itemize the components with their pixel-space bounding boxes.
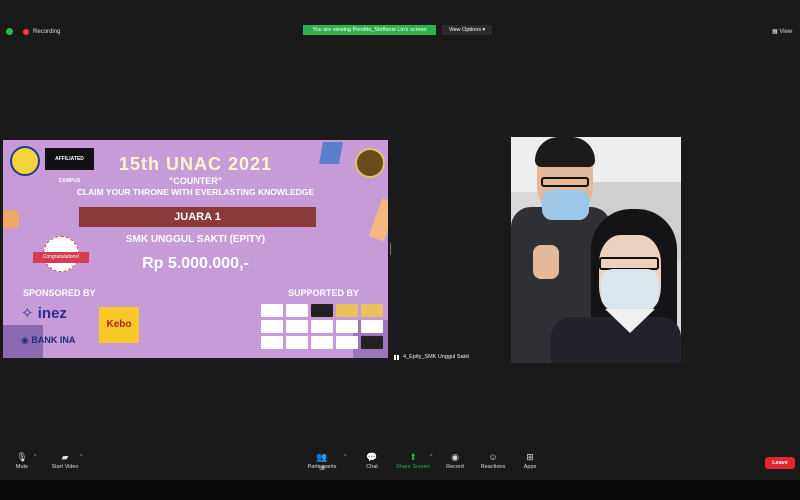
- thumbs-up-hand: [533, 245, 559, 279]
- supporter-logo: [286, 320, 308, 333]
- security-shield-icon[interactable]: [6, 28, 13, 35]
- sponsor-inez-text: inez: [37, 305, 67, 322]
- reaction-smiley-icon: ☺: [488, 452, 498, 462]
- supporter-logo: [336, 304, 358, 317]
- record-icon: ◉: [451, 452, 459, 462]
- supported-by-heading: SUPPORTED BY: [288, 288, 360, 298]
- supporter-logo: [336, 336, 358, 349]
- start-video-button[interactable]: ▰ Start Video: [40, 452, 90, 470]
- microphone-icon: 🎙: [16, 452, 28, 462]
- supporter-logo: [361, 320, 383, 333]
- recording-label: Recording: [33, 28, 61, 35]
- mute-options-chevron-icon[interactable]: ^: [34, 454, 36, 460]
- supporter-logo: [286, 304, 308, 317]
- person-right-mask: [601, 269, 659, 309]
- shared-screen-slide: AFFILIATED CAMPUS 15th UNAC 2021 "COUNTE…: [3, 140, 388, 358]
- sponsored-by-heading: SPONSORED BY: [23, 288, 96, 298]
- supporter-logo: [311, 304, 333, 317]
- apps-grid-icon: ⊞: [526, 452, 534, 462]
- start-video-label: Start Video: [51, 464, 79, 470]
- signal-strength-icon: [394, 354, 400, 360]
- supporter-logo: [261, 320, 283, 333]
- person-left-mask: [542, 190, 589, 220]
- participant-name: 4_Epity_SMK Unggul Sakti: [403, 354, 470, 360]
- participants-options-chevron-icon[interactable]: ^: [344, 454, 346, 460]
- supporter-logo: [336, 320, 358, 333]
- participant-nameplate: 4_Epity_SMK Unggul Sakti: [394, 354, 470, 360]
- chat-label: Chat: [366, 464, 378, 470]
- share-screen-label: Share Screen: [396, 464, 430, 470]
- participants-button[interactable]: 👥38 Participants: [297, 452, 347, 472]
- decor-shape: [3, 210, 19, 228]
- screen-share-banner: You are viewing Pendita_Steffanie Lin's …: [303, 25, 436, 35]
- view-button-label: View: [779, 29, 793, 35]
- supporter-logo: [311, 336, 333, 349]
- supporter-logo: [286, 336, 308, 349]
- record-label: Record: [446, 464, 464, 470]
- recording-dot-icon: [23, 28, 29, 35]
- participant-video[interactable]: [511, 137, 681, 363]
- recording-indicator[interactable]: Recording: [6, 28, 60, 35]
- supporter-logo: [361, 304, 383, 317]
- person-left-glasses: [541, 177, 589, 187]
- slide-subtitle: "COUNTER": [168, 176, 223, 186]
- share-screen-icon: ⬆: [409, 452, 417, 462]
- sponsor-inez-logo: ✧ inez: [21, 305, 67, 322]
- prize-amount: Rp 5.000.000,-: [142, 255, 249, 272]
- rank-bar: JUARA 1: [79, 207, 316, 227]
- person-right-body: [551, 317, 681, 363]
- supporter-logo: [311, 320, 333, 333]
- splitter-handle[interactable]: [390, 243, 391, 255]
- slide-title: 15th UNAC 2021: [118, 154, 273, 174]
- leave-button[interactable]: Leave: [765, 457, 795, 469]
- supporter-logo: [361, 336, 383, 349]
- video-options-chevron-icon[interactable]: ^: [80, 454, 82, 460]
- participants-label: Participants: [307, 464, 337, 470]
- sponsor-kebo-logo: Kebo: [99, 307, 139, 343]
- supporter-logo: [261, 304, 283, 317]
- participants-icon: 👥38: [316, 452, 328, 472]
- view-button[interactable]: ▦ View: [772, 28, 792, 35]
- reactions-label: Reactions: [480, 464, 506, 470]
- winner-school: SMK UNGGUL SAKTI (EPITY): [125, 234, 266, 245]
- view-options-button[interactable]: View Options ▾: [442, 25, 492, 35]
- apps-button[interactable]: ⊞ Apps: [505, 452, 555, 470]
- slide-tagline: CLAIM YOUR THRONE WITH EVERLASTING KNOWL…: [76, 187, 315, 197]
- apps-label: Apps: [523, 464, 537, 470]
- chat-bubble-icon: 💬: [366, 452, 378, 462]
- person-left-hair: [535, 137, 595, 167]
- mute-label: Mute: [15, 464, 29, 470]
- sponsor-bank-ina-text: BANK INA: [31, 335, 76, 345]
- bottom-strip: [0, 480, 800, 500]
- supporter-logos-grid: [261, 304, 383, 354]
- video-camera-off-icon: ▰: [61, 452, 69, 462]
- sponsor-bank-ina-logo: ◉ BANK INA: [21, 335, 76, 345]
- supporter-logo: [261, 336, 283, 349]
